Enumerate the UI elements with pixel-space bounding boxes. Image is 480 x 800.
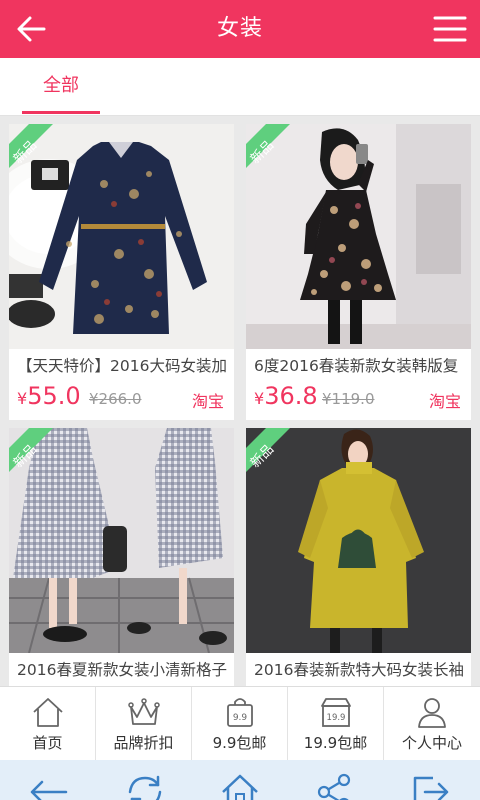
tab-label: 全部 [43, 75, 79, 96]
page-title: 女装 [216, 16, 263, 41]
product-name: 6度2016春装新款女装韩版复 [254, 357, 459, 375]
tab-all[interactable]: 全部 [22, 58, 100, 116]
exit-icon [413, 776, 449, 800]
product-image[interactable]: 新品 [9, 428, 234, 653]
nav-label: 个人中心 [401, 734, 462, 752]
new-badge: 新品 [9, 428, 53, 472]
hamburger-menu-icon [433, 16, 467, 42]
new-badge: 新品 [246, 124, 290, 168]
product-name: 2016春夏新款女装小清新格子 [17, 661, 227, 679]
bag-9-9-icon: 9.9 [227, 698, 253, 727]
tab-active-indicator [22, 111, 100, 114]
nav-19-9-free-shipping[interactable]: 19.9 19.9包邮 [288, 687, 384, 761]
price-value: 36.8 [264, 382, 318, 410]
new-badge: 新品 [9, 124, 53, 168]
refresh-icon [128, 775, 162, 800]
nav-user-center[interactable]: 个人中心 [384, 687, 480, 761]
product-price: ¥55.0 [17, 382, 81, 410]
app-header: 女装 [0, 0, 480, 58]
browser-back-button[interactable] [24, 772, 74, 800]
browser-exit-button[interactable] [405, 772, 455, 800]
browser-refresh-button[interactable] [120, 772, 170, 800]
browser-toolbar [0, 760, 480, 800]
home-icon [33, 698, 63, 727]
product-card[interactable]: 新品 2016春夏新款女装小清新格子 [9, 428, 234, 686]
currency-symbol: ¥ [254, 389, 265, 408]
category-tabs: 全部 [0, 58, 480, 116]
shop-icon-text: 19.9 [327, 713, 346, 723]
source-label: 淘宝 [428, 392, 461, 411]
bottom-nav: 首页 品牌折扣 9.9 9.9包邮 19.9 19.9包邮 个人中心 [0, 686, 480, 761]
product-grid: 新品 【天天特价】2016大码女装加 ¥55.0 ¥266.0 淘宝 新品 6度… [0, 116, 480, 686]
product-card[interactable]: 新品 6度2016春装新款女装韩版复 ¥36.8 ¥119.0 淘宝 [246, 124, 471, 420]
original-price: ¥266.0 [89, 390, 142, 408]
nav-label: 品牌折扣 [113, 734, 174, 752]
product-card[interactable]: 新品 【天天特价】2016大码女装加 ¥55.0 ¥266.0 淘宝 [9, 124, 234, 420]
nav-label: 9.9包邮 [212, 734, 267, 752]
shop-19-9-icon: 19.9 [321, 698, 351, 727]
product-price: ¥36.8 [254, 382, 318, 410]
home-icon [222, 774, 258, 800]
source-label: 淘宝 [191, 392, 224, 411]
product-name: 【天天特价】2016大码女装加 [17, 357, 227, 375]
new-badge: 新品 [246, 428, 290, 472]
original-price: ¥119.0 [322, 390, 375, 408]
product-image[interactable]: 新品 [246, 124, 471, 349]
price-value: 55.0 [27, 382, 81, 410]
nav-brand-discount[interactable]: 品牌折扣 [96, 687, 192, 761]
nav-label: 首页 [32, 734, 63, 752]
arrow-left-icon [30, 780, 68, 800]
crown-icon [128, 698, 160, 725]
nav-home[interactable]: 首页 [0, 687, 96, 761]
nav-9-9-free-shipping[interactable]: 9.9 9.9包邮 [192, 687, 288, 761]
product-image[interactable]: 新品 [9, 124, 234, 349]
product-card[interactable]: 新品 2016春装新款特大码女装长袖 [246, 428, 471, 686]
browser-home-button[interactable] [215, 772, 265, 800]
product-name: 2016春装新款特大码女装长袖 [254, 661, 464, 679]
user-icon [418, 698, 446, 728]
browser-share-button[interactable] [310, 772, 360, 800]
product-image[interactable]: 新品 [246, 428, 471, 653]
nav-label: 19.9包邮 [303, 734, 368, 752]
menu-button[interactable] [432, 11, 468, 47]
currency-symbol: ¥ [17, 389, 28, 408]
share-icon [317, 773, 351, 800]
bag-icon-text: 9.9 [233, 713, 248, 723]
